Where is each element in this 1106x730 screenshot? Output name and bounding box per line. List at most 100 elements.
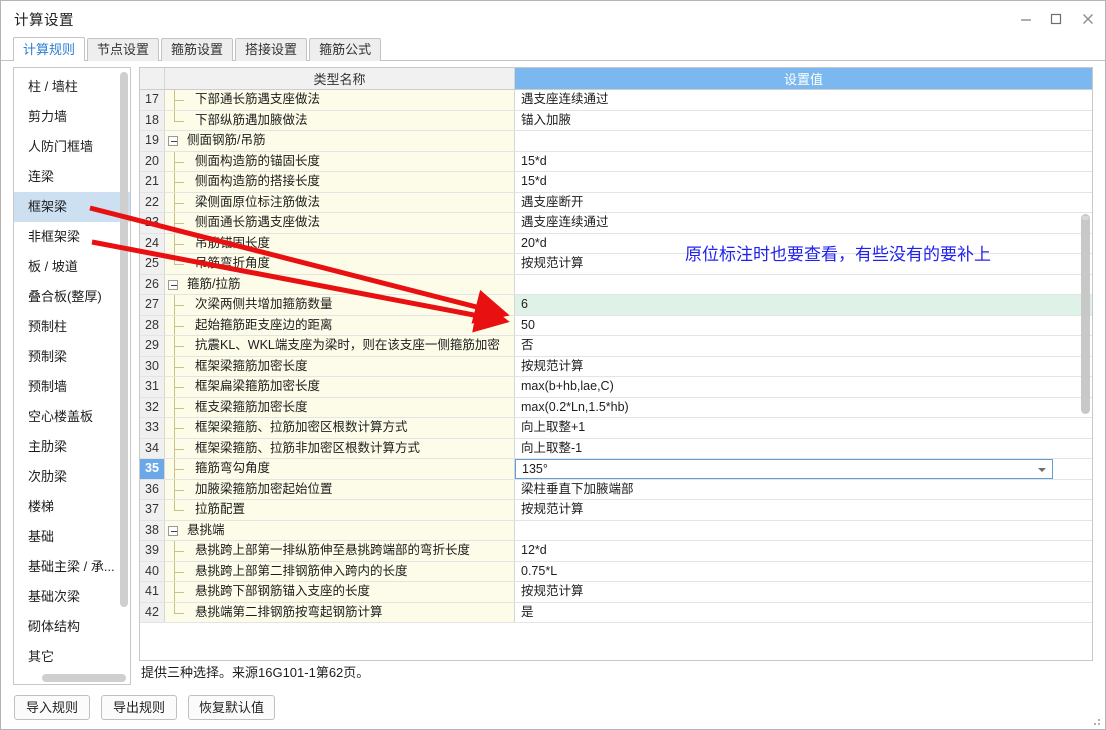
sidebar-item-9[interactable]: 预制梁 (14, 342, 130, 372)
table-row[interactable]: 18 下部纵筋遇加腋做法 锚入加腋 (140, 110, 1092, 131)
type-name-cell[interactable]: 框架扁梁箍筋加密长度 (165, 377, 515, 397)
export-rules-button[interactable]: 导出规则 (101, 694, 177, 720)
sidebar-item-14[interactable]: 楼梯 (14, 492, 130, 522)
value-cell[interactable]: 50 (515, 315, 1092, 335)
sidebar-item-18[interactable]: 砌体结构 (14, 612, 130, 642)
tab-node-settings[interactable]: 节点设置 (87, 38, 160, 61)
collapse-icon[interactable] (168, 279, 178, 290)
sidebar-item-11[interactable]: 空心楼盖板 (14, 402, 130, 432)
table-row[interactable]: 24 吊筋锚固长度 20*d (140, 233, 1092, 254)
table-row[interactable]: 21 侧面构造筋的搭接长度 15*d (140, 172, 1092, 193)
type-name-cell[interactable]: 框架梁箍筋、拉筋加密区根数计算方式 (165, 418, 515, 438)
sidebar-item-4[interactable]: 框架梁 (14, 192, 130, 222)
row-number[interactable]: 25 (140, 254, 165, 274)
table-row[interactable]: 40 悬挑跨上部第二排钢筋伸入跨内的长度 0.75*L (140, 561, 1092, 582)
close-icon[interactable] (1071, 1, 1105, 37)
sidebar-item-16[interactable]: 基础主梁 / 承... (14, 552, 130, 582)
maximize-icon[interactable] (1041, 1, 1071, 37)
type-name-cell[interactable]: 下部通长筋遇支座做法 (165, 90, 515, 110)
type-name-cell[interactable]: 框架梁箍筋加密长度 (165, 356, 515, 376)
type-name-cell[interactable]: 抗震KL、WKL端支座为梁时，则在该支座一侧箍筋加密 (165, 336, 515, 356)
row-number[interactable]: 38 (140, 520, 165, 540)
minimize-icon[interactable] (1011, 1, 1041, 37)
value-cell[interactable]: 按规范计算 (515, 254, 1092, 274)
table-row[interactable]: 28 起始箍筋距支座边的距离 50 (140, 315, 1092, 336)
table-row[interactable]: 17 下部通长筋遇支座做法 遇支座连续通过 (140, 90, 1092, 111)
table-row[interactable]: 26 箍筋/拉筋 (140, 274, 1092, 295)
type-name-cell[interactable]: 悬挑跨上部第二排钢筋伸入跨内的长度 (165, 561, 515, 581)
row-number[interactable]: 20 (140, 151, 165, 171)
sidebar-item-12[interactable]: 主肋梁 (14, 432, 130, 462)
row-number[interactable]: 32 (140, 397, 165, 417)
sidebar-item-15[interactable]: 基础 (14, 522, 130, 552)
row-number[interactable]: 36 (140, 479, 165, 499)
row-number[interactable]: 24 (140, 233, 165, 253)
sidebar-item-10[interactable]: 预制墙 (14, 372, 130, 402)
value-cell[interactable] (515, 274, 1092, 294)
table-row[interactable]: 32 框支梁箍筋加密长度 max(0.2*Ln,1.5*hb) (140, 397, 1092, 418)
row-number[interactable]: 42 (140, 602, 165, 622)
row-number[interactable]: 23 (140, 213, 165, 233)
table-row[interactable]: 19 侧面钢筋/吊筋 (140, 131, 1092, 152)
sidebar-item-6[interactable]: 板 / 坡道 (14, 252, 130, 282)
value-cell[interactable] (515, 520, 1092, 540)
type-name-cell[interactable]: 加腋梁箍筋加密起始位置 (165, 479, 515, 499)
collapse-icon[interactable] (168, 525, 178, 536)
value-cell[interactable]: max(b+hb,lae,C) (515, 377, 1092, 397)
sidebar-item-5[interactable]: 非框架梁 (14, 222, 130, 252)
table-row[interactable]: 36 加腋梁箍筋加密起始位置 梁柱垂直下加腋端部 (140, 479, 1092, 500)
row-number[interactable]: 21 (140, 172, 165, 192)
value-cell[interactable]: 向上取整-1 (515, 438, 1092, 458)
type-name-cell[interactable]: 侧面钢筋/吊筋 (165, 131, 515, 151)
row-number[interactable]: 41 (140, 582, 165, 602)
table-row[interactable]: 41 悬挑跨下部钢筋锚入支座的长度 按规范计算 (140, 582, 1092, 603)
type-name-cell[interactable]: 悬挑跨下部钢筋锚入支座的长度 (165, 582, 515, 602)
grid-vertical-scrollbar[interactable] (1081, 214, 1090, 414)
row-number[interactable]: 30 (140, 356, 165, 376)
row-number[interactable]: 37 (140, 500, 165, 520)
row-number[interactable]: 19 (140, 131, 165, 151)
table-row[interactable]: 23 侧面通长筋遇支座做法 遇支座连续通过 (140, 213, 1092, 234)
type-name-cell[interactable]: 悬挑端第二排钢筋按弯起钢筋计算 (165, 602, 515, 622)
sidebar-item-19[interactable]: 其它 (14, 642, 130, 672)
table-row[interactable]: 29 抗震KL、WKL端支座为梁时，则在该支座一侧箍筋加密 否 (140, 336, 1092, 357)
import-rules-button[interactable]: 导入规则 (14, 694, 90, 720)
tab-lap-settings[interactable]: 搭接设置 (235, 38, 308, 61)
chevron-down-icon[interactable] (1038, 468, 1046, 472)
table-row[interactable]: 42 悬挑端第二排钢筋按弯起钢筋计算 是 (140, 602, 1092, 623)
value-cell[interactable]: 遇支座断开 (515, 192, 1092, 212)
value-cell[interactable]: 6 (515, 295, 1092, 315)
value-cell[interactable]: 是 (515, 602, 1092, 622)
value-cell[interactable]: 15*d (515, 172, 1092, 192)
table-row[interactable]: 33 框架梁箍筋、拉筋加密区根数计算方式 向上取整+1 (140, 418, 1092, 439)
value-cell[interactable]: 12*d (515, 541, 1092, 561)
type-name-cell[interactable]: 悬挑跨上部第一排纵筋伸至悬挑跨端部的弯折长度 (165, 541, 515, 561)
sidebar-item-0[interactable]: 柱 / 墙柱 (14, 72, 130, 102)
type-name-cell[interactable]: 箍筋弯勾角度 (165, 459, 515, 479)
value-cell[interactable]: 遇支座连续通过 (515, 213, 1092, 233)
value-combobox[interactable]: 135° (515, 459, 1053, 479)
collapse-icon[interactable] (168, 136, 178, 146)
sidebar-horizontal-scrollbar[interactable] (42, 674, 126, 682)
type-name-cell[interactable]: 箍筋/拉筋 (165, 274, 515, 294)
table-row[interactable]: 27 次梁两侧共增加箍筋数量 6 (140, 295, 1092, 316)
value-cell[interactable]: 遇支座连续通过 (515, 90, 1092, 110)
value-cell[interactable]: 向上取整+1 (515, 418, 1092, 438)
row-number[interactable]: 33 (140, 418, 165, 438)
sidebar-item-8[interactable]: 预制柱 (14, 312, 130, 342)
row-number[interactable]: 27 (140, 295, 165, 315)
value-cell[interactable]: 按规范计算 (515, 582, 1092, 602)
value-cell[interactable]: max(0.2*Ln,1.5*hb) (515, 397, 1092, 417)
table-row[interactable]: 34 框架梁箍筋、拉筋非加密区根数计算方式 向上取整-1 (140, 438, 1092, 459)
row-number[interactable]: 18 (140, 110, 165, 130)
tab-calc-rules[interactable]: 计算规则 (13, 37, 86, 61)
value-cell[interactable]: 20*d (515, 233, 1092, 253)
row-number[interactable]: 26 (140, 274, 165, 294)
row-number[interactable]: 28 (140, 315, 165, 335)
type-name-cell[interactable]: 吊筋弯折角度 (165, 254, 515, 274)
table-row[interactable]: 37 拉筋配置 按规范计算 (140, 500, 1092, 521)
sidebar-item-17[interactable]: 基础次梁 (14, 582, 130, 612)
row-number[interactable]: 39 (140, 541, 165, 561)
value-cell[interactable] (515, 131, 1092, 151)
column-header-value[interactable]: 设置值 (515, 68, 1092, 89)
